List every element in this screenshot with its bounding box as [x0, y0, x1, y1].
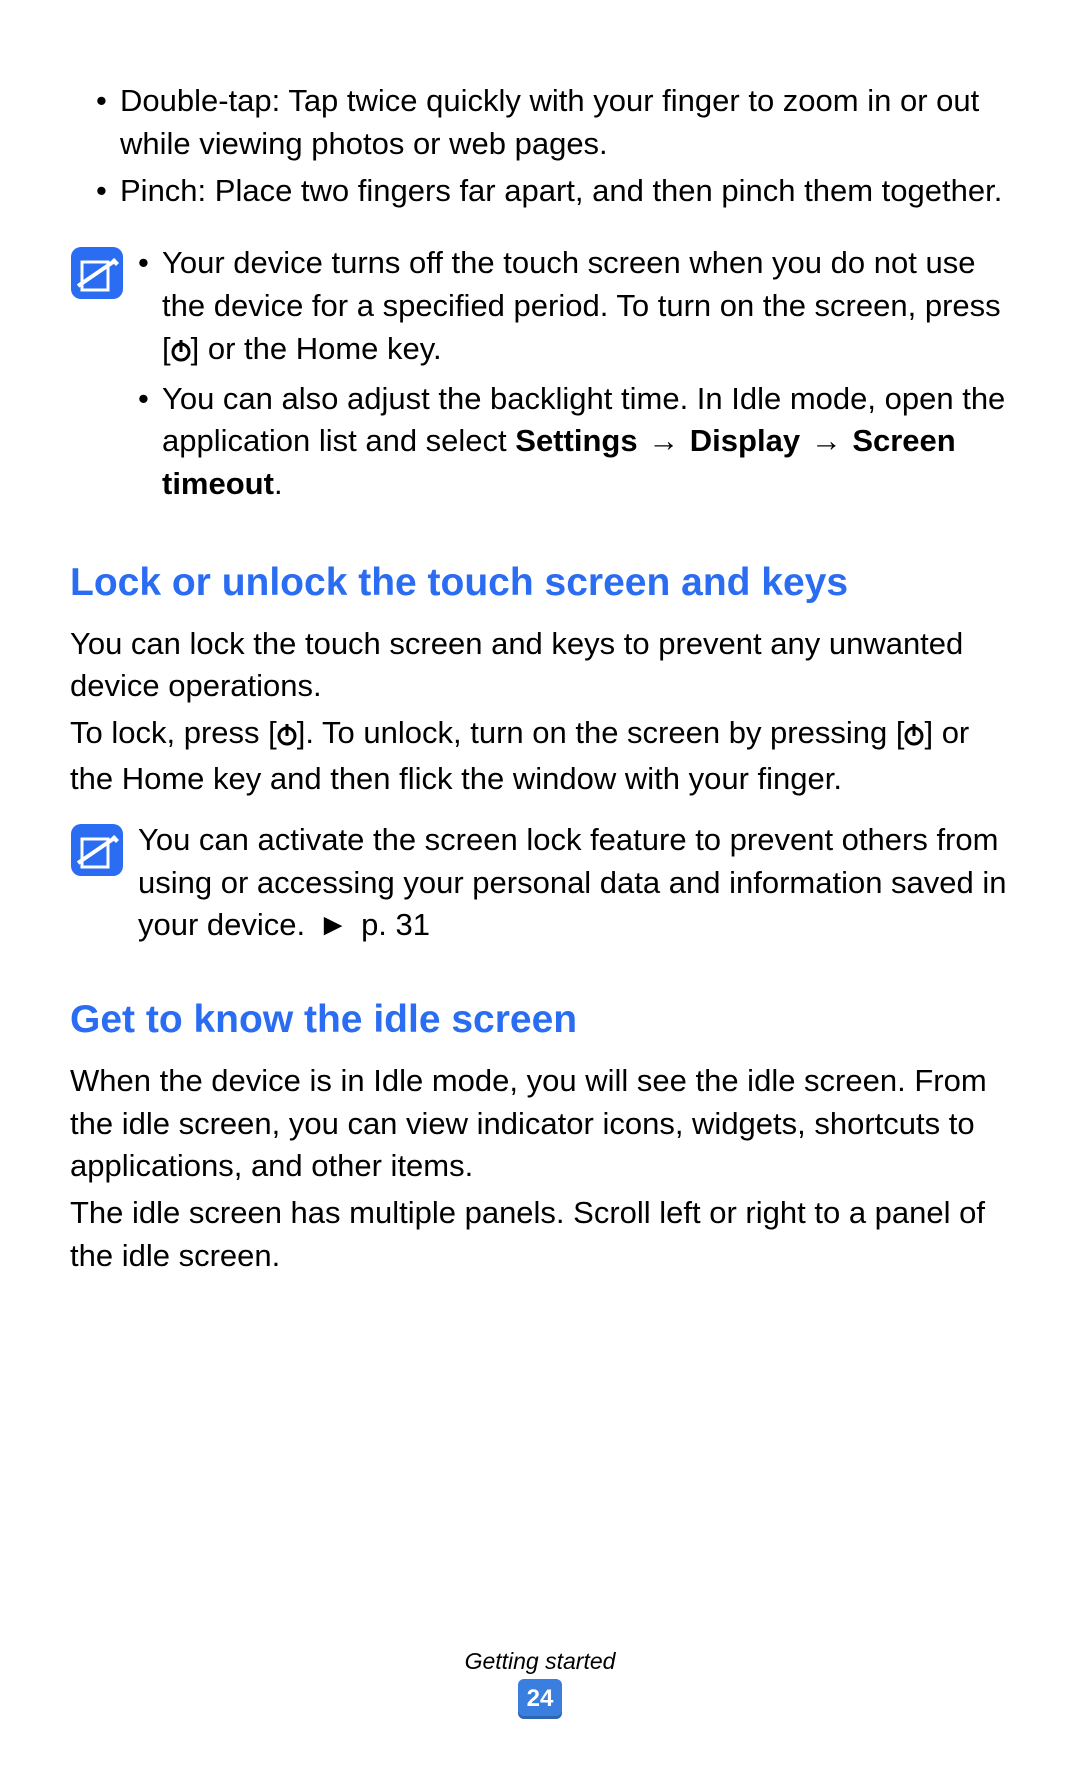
list-item: You can also adjust the backlight time. …: [138, 378, 1010, 506]
footer-section-label: Getting started: [0, 1648, 1080, 1675]
manual-page: Double-tap: Tap twice quickly with your …: [0, 0, 1080, 1771]
list-item: Pinch: Place two fingers far apart, and …: [96, 170, 1010, 213]
body-text: You can lock the touch screen and keys t…: [70, 623, 1010, 709]
page-number-badge: 24: [518, 1679, 562, 1719]
note-block: You can activate the screen lock feature…: [70, 819, 1010, 947]
note-text: ] or the Home key.: [191, 331, 442, 366]
body-text: ]. To unlock, turn on the screen by pres…: [297, 715, 905, 750]
body-text: The idle screen has multiple panels. Scr…: [70, 1192, 1010, 1278]
power-icon: [277, 715, 297, 758]
body-text: To lock, press [: [70, 715, 277, 750]
note-body: Your device turns off the touch screen w…: [138, 242, 1010, 510]
section-heading-lock: Lock or unlock the touch screen and keys: [70, 560, 1010, 607]
body-text: To lock, press [ ]. To unlock, turn on th…: [70, 712, 1010, 801]
note-body: You can activate the screen lock feature…: [138, 819, 1010, 947]
bold-text: Display: [690, 423, 800, 458]
page-footer: Getting started 24: [0, 1648, 1080, 1719]
power-icon: [171, 331, 191, 374]
page-reference: p. 31: [352, 907, 430, 942]
list-item: Double-tap: Tap twice quickly with your …: [96, 80, 1010, 166]
top-bullet-list: Double-tap: Tap twice quickly with your …: [70, 80, 1010, 212]
note-block: Your device turns off the touch screen w…: [70, 242, 1010, 510]
note-icon: [70, 823, 124, 877]
bold-text: Settings: [515, 423, 637, 458]
arrow-icon: →: [800, 423, 852, 458]
note-text: You can activate the screen lock feature…: [138, 822, 1007, 943]
arrow-icon: →: [638, 423, 690, 458]
note-icon: [70, 246, 124, 300]
power-icon: [904, 715, 924, 758]
section-heading-idle: Get to know the idle screen: [70, 997, 1010, 1044]
page-content: Double-tap: Tap twice quickly with your …: [70, 80, 1010, 1278]
list-item: Your device turns off the touch screen w…: [138, 242, 1010, 373]
triangle-icon: ►: [314, 907, 353, 942]
note-text: .: [274, 466, 283, 501]
body-text: When the device is in Idle mode, you wil…: [70, 1060, 1010, 1188]
